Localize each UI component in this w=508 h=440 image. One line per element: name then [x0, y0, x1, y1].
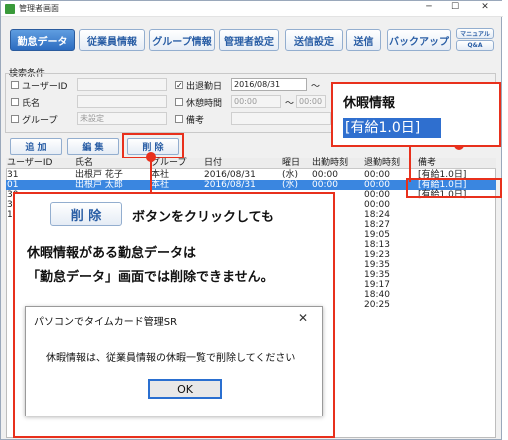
tab-attendance-data[interactable]: 勤怠データ	[10, 29, 75, 51]
maximize-button[interactable]: ☐	[445, 2, 465, 12]
col-name[interactable]: 氏名	[75, 158, 93, 169]
cell-out: 18:24	[364, 210, 390, 220]
delete-connector-line	[150, 160, 152, 192]
dialog-body: 休暇情報は、従業員情報の休暇一覧で削除してください	[26, 333, 322, 416]
dialog-message: 休暇情報は、従業員情報の休暇一覧で削除してください	[46, 353, 296, 364]
cell-out: 18:13	[364, 240, 390, 250]
user-id-label: ユーザーID	[22, 82, 68, 92]
break-time-separator: ～	[285, 99, 295, 109]
cell-in: 00:00	[312, 170, 338, 180]
note-cell-highlight	[406, 178, 502, 198]
cell-out: 20:25	[364, 300, 390, 310]
dialog-close-button[interactable]: ✕	[298, 311, 308, 325]
col-date[interactable]: 日付	[204, 158, 222, 169]
leave-info-callout: 休暇情報 [有給1.0日]	[331, 82, 501, 147]
note-label: 備考	[186, 116, 205, 126]
backup-button[interactable]: バックアップ	[387, 29, 451, 51]
tab-employee-info[interactable]: 従業員情報	[79, 29, 145, 51]
break-from-input[interactable]: 00:00	[231, 95, 281, 108]
work-date-label: 出退勤日	[186, 82, 223, 92]
explain-line-1: ボタンをクリックしても	[132, 210, 274, 225]
break-to-input[interactable]: 00:00	[296, 95, 326, 108]
qa-button[interactable]: Q&A	[456, 40, 494, 51]
table-header: ユーザーID 氏名 グループ 日付 曜日 出勤時刻 退勤時刻 備考	[6, 158, 496, 169]
window-title: 管理者画面	[19, 4, 59, 13]
cell-group: 本社	[151, 180, 170, 190]
note-checkbox[interactable]	[175, 115, 183, 123]
send-settings-button[interactable]: 送信設定	[285, 29, 343, 51]
minimize-button[interactable]: ─	[419, 2, 439, 12]
manual-button[interactable]: マニュアル	[456, 28, 494, 39]
dialog-title: パソコンでタイムカード管理SR	[34, 317, 178, 328]
name-checkbox[interactable]	[11, 98, 19, 106]
col-clock-out[interactable]: 退勤時刻	[364, 158, 400, 169]
cell-out: 18:40	[364, 290, 390, 300]
work-date-input[interactable]: 2016/08/31	[231, 78, 307, 91]
cell-out: 19:23	[364, 250, 390, 260]
tab-group-info[interactable]: グループ情報	[149, 29, 215, 51]
cell-date: 2016/08/31	[204, 180, 256, 190]
user-id-checkbox[interactable]	[11, 81, 19, 89]
send-button[interactable]: 送信	[346, 29, 381, 51]
explanation-panel: 削 除 ボタンをクリックしても 休暇情報がある勤怠データは 「勤怠データ」画面で…	[13, 192, 335, 438]
work-date-checkbox[interactable]: ✓	[175, 81, 183, 90]
cell-out: 19:35	[364, 260, 390, 270]
title-bar: 管理者画面 ─ ☐ ✕	[1, 1, 503, 17]
cell-out: 00:00	[364, 170, 390, 180]
tab-admin-settings[interactable]: 管理者設定	[219, 29, 279, 51]
break-time-label: 休憩時間	[186, 99, 223, 109]
group-label: グループ	[22, 116, 58, 126]
cell-in: 00:00	[312, 180, 338, 190]
cell-day: (水)	[282, 170, 299, 180]
explain-line-3: 「勤怠データ」画面では削除できません。	[27, 270, 274, 285]
add-button[interactable]: 追 加	[10, 138, 62, 155]
group-checkbox[interactable]	[11, 115, 19, 123]
cell-id: 01	[7, 180, 19, 190]
dialog-ok-button[interactable]: OK	[148, 379, 222, 399]
cell-out: 00:00	[364, 200, 390, 210]
group-select[interactable]: 未設定	[77, 112, 167, 125]
break-time-checkbox[interactable]	[175, 98, 183, 106]
error-dialog: パソコンでタイムカード管理SR ✕ 休暇情報は、従業員情報の休暇一覧で削除してく…	[25, 306, 323, 416]
leave-info-title: 休暇情報	[343, 96, 396, 111]
cell-name: 出根戸 花子	[75, 170, 123, 180]
cell-group: 本社	[151, 170, 170, 180]
close-button[interactable]: ✕	[475, 2, 495, 12]
cell-date: 2016/08/31	[204, 170, 256, 180]
explain-delete-button: 削 除	[50, 202, 122, 226]
app-icon	[5, 4, 15, 14]
leave-info-value: [有給1.0日]	[343, 118, 441, 138]
note-input[interactable]	[231, 112, 331, 125]
work-date-separator: ～	[311, 82, 321, 92]
col-weekday[interactable]: 曜日	[282, 158, 300, 169]
cell-out: 18:27	[364, 220, 390, 230]
cell-id: 31	[7, 170, 19, 180]
cell-name: 出根戸 太郎	[75, 180, 123, 190]
cell-out: 19:05	[364, 230, 390, 240]
edit-button[interactable]: 編 集	[67, 138, 119, 155]
name-label: 氏名	[22, 99, 41, 109]
col-clock-in[interactable]: 出勤時刻	[312, 158, 348, 169]
col-group[interactable]: グループ	[151, 158, 186, 169]
col-note[interactable]: 備考	[418, 158, 436, 169]
cell-day: (水)	[282, 180, 299, 190]
cell-out: 00:00	[364, 190, 390, 200]
cell-out: 00:00	[364, 180, 390, 190]
col-user-id[interactable]: ユーザーID	[7, 158, 52, 169]
user-id-input[interactable]	[77, 78, 167, 91]
cell-out: 19:35	[364, 270, 390, 280]
explain-line-2: 休暇情報がある勤怠データは	[27, 246, 197, 261]
cell-out: 19:17	[364, 280, 390, 290]
name-input[interactable]	[77, 95, 167, 108]
